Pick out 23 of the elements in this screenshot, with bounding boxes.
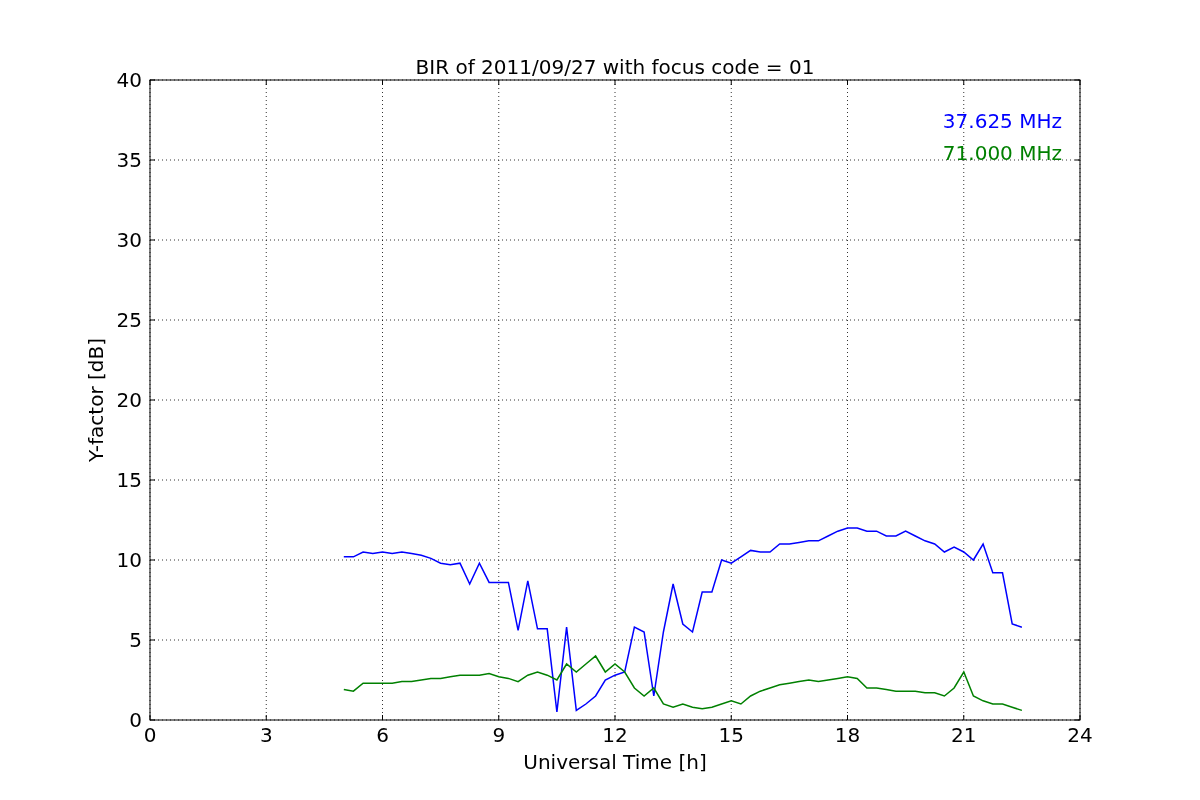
y-tick-label: 30 — [116, 228, 142, 252]
x-tick-label: 0 — [143, 723, 157, 747]
x-tick-label: 24 — [1067, 723, 1093, 747]
chart-title: BIR of 2011/09/27 with focus code = 01 — [415, 55, 815, 79]
y-tick-label: 15 — [116, 468, 142, 492]
y-tick-label: 10 — [116, 548, 142, 572]
x-tick-label: 3 — [259, 723, 273, 747]
y-tick-label: 40 — [116, 68, 142, 92]
y-tick-label: 35 — [116, 148, 142, 172]
legend-label: 71.000 MHz — [942, 141, 1062, 165]
x-tick-label: 9 — [492, 723, 506, 747]
y-tick-label: 20 — [116, 388, 142, 412]
x-tick-label: 18 — [834, 723, 861, 747]
y-axis-label: Y-factor [dB] — [84, 338, 108, 462]
x-axis-label: Universal Time [h] — [523, 750, 707, 774]
y-tick-label: 5 — [129, 628, 142, 652]
y-tick-label: 25 — [116, 308, 142, 332]
x-tick-label: 6 — [376, 723, 389, 747]
x-tick-label: 21 — [951, 723, 977, 747]
y-tick-label: 0 — [129, 708, 142, 732]
x-tick-label: 12 — [602, 723, 628, 747]
x-tick-label: 15 — [718, 723, 744, 747]
legend-label: 37.625 MHz — [942, 109, 1062, 133]
